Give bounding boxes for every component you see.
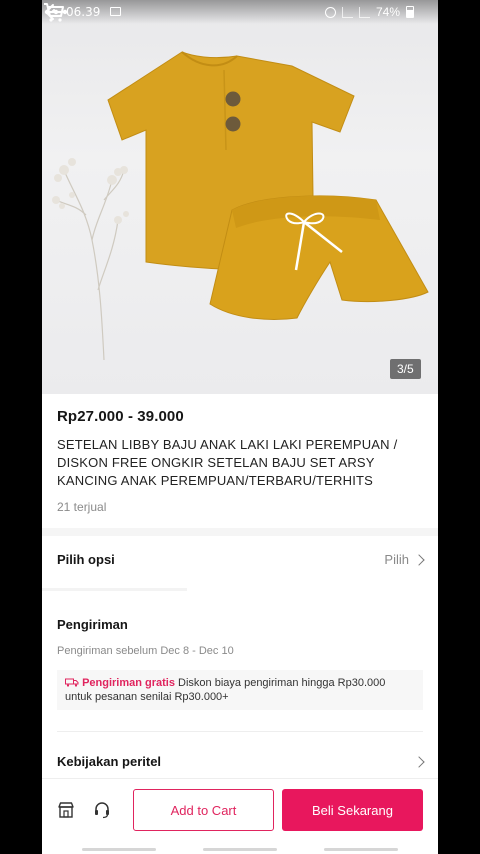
retailer-policy-label: Kebijakan peritel (57, 754, 162, 769)
product-price: Rp27.000 - 39.000 (57, 408, 184, 425)
status-right: 74% (324, 5, 414, 19)
sold-count: 21 terjual (57, 500, 107, 514)
bottom-action-bar: Add to Cart Beli Sekarang (42, 778, 438, 840)
free-shipping-highlight: Pengiriman gratis (82, 677, 175, 689)
chevron-right-icon (413, 553, 425, 566)
nav-hint-bar (82, 848, 156, 851)
select-option-action-label: Pilih (384, 552, 409, 567)
nav-hint-bar (203, 848, 277, 851)
nav-hint-bar (324, 848, 398, 851)
divider-line (57, 731, 423, 732)
product-title: SETELAN LIBBY BAJU ANAK LAKI LAKI PEREMP… (57, 437, 398, 488)
status-time: 06.39 (66, 5, 101, 19)
alarm-icon (324, 6, 336, 18)
signal-icon (341, 6, 353, 18)
battery-icon (406, 6, 414, 18)
free-shipping-banner: Pengiriman gratis Diskon biaya pengirima… (57, 670, 423, 710)
select-option-label: Pilih opsi (57, 552, 115, 567)
signal-icon (358, 6, 370, 18)
select-option-row[interactable]: Pilih opsi Pilih (57, 552, 425, 567)
product-image-carousel[interactable]: 3/5 (42, 0, 438, 394)
shop-icon[interactable] (57, 801, 75, 819)
battery-percent: 74% (375, 5, 400, 19)
select-option-action[interactable]: Pilih (384, 552, 425, 567)
buy-now-button[interactable]: Beli Sekarang (282, 789, 423, 831)
divider-line (42, 588, 187, 591)
chevron-right-icon (413, 755, 425, 768)
add-to-cart-button[interactable]: Add to Cart (133, 789, 274, 831)
status-bar: 06.39 74% (42, 0, 438, 24)
product-info: Rp27.000 - 39.000 SETELAN LIBBY BAJU ANA… (57, 408, 423, 514)
image-notification-icon (110, 7, 121, 16)
product-photo (52, 51, 429, 361)
image-counter-badge: 3/5 (390, 359, 421, 379)
section-divider (42, 528, 438, 536)
shipping-title: Pengiriman (57, 617, 128, 632)
app-screen: 3/5 Rp27.000 - 39.000 SETELAN LIBBY BAJU… (42, 0, 438, 854)
truck-icon (65, 678, 79, 687)
shipping-estimate: Pengiriman sebelum Dec 8 - Dec 10 (57, 645, 234, 657)
retailer-policy-row[interactable]: Kebijakan peritel (57, 754, 425, 769)
customer-service-icon[interactable] (93, 801, 111, 819)
system-nav-hint (42, 840, 438, 854)
